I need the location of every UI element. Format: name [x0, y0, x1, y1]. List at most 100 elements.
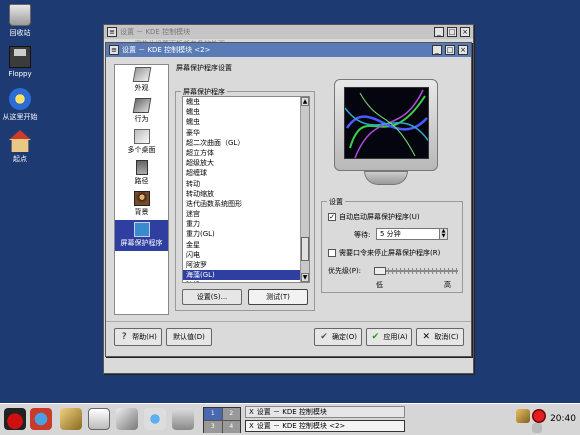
taskbar-task-1[interactable]: X 设置 － KDE 控制模块 [245, 406, 405, 418]
checkmark-icon: ✔ [320, 332, 328, 342]
main-window: ≡ 设置 － KDE 控制模块 <2> _ □ × 外观 行为 多个桌面 路径 … [105, 42, 472, 357]
pager-desktop-1[interactable]: 1 [204, 408, 222, 420]
home-desktop-icon[interactable]: 起点 [2, 130, 38, 164]
priority-slider-handle[interactable] [374, 267, 386, 275]
module-behavior[interactable]: 行为 [115, 96, 168, 127]
printer-icon[interactable] [172, 408, 194, 430]
module-paths[interactable]: 路径 [115, 158, 168, 189]
trash-desktop-icon[interactable]: 回收站 [2, 4, 38, 38]
screensaver-list-item[interactable]: 金星 [183, 240, 309, 250]
pager-desktop-2[interactable]: 2 [222, 408, 240, 420]
tray-tools-icon[interactable] [516, 409, 530, 423]
screensaver-list-item[interactable]: 海藻(GL) [183, 270, 309, 281]
start-here-label: 从这里开始 [2, 113, 38, 121]
screensaver-list-item[interactable]: 豪华 [183, 128, 309, 138]
module-appearance[interactable]: 外观 [115, 65, 168, 96]
close-icon[interactable]: × [460, 27, 470, 37]
screensaver-icon [133, 222, 150, 237]
floppy-label: Floppy [8, 70, 32, 78]
home-icon [9, 130, 31, 152]
window-menu-icon[interactable]: ≡ [109, 45, 119, 55]
behavior-icon [132, 98, 151, 113]
update-alert-icon[interactable] [532, 409, 546, 423]
screensaver-list-item[interactable]: 转动 [183, 179, 309, 189]
screensaver-list-item[interactable]: 重力(GL) [183, 229, 309, 239]
require-password-checkbox[interactable]: 需要口令来停止屏幕保护程序(R) [328, 248, 440, 258]
scroll-up-icon[interactable]: ▲ [301, 97, 309, 106]
screensaver-list-item[interactable]: 超缠球 [183, 168, 309, 178]
maximize-icon[interactable]: □ [447, 27, 457, 37]
maximize-icon[interactable]: □ [445, 45, 455, 55]
setup-button[interactable]: 设置(S)... [182, 289, 242, 305]
screensaver-list-item[interactable]: 迷宫 [183, 209, 309, 219]
module-list: 外观 行为 多个桌面 路径 背景 屏幕保护程序 [114, 64, 169, 315]
pager-desktop-4[interactable]: 4 [222, 421, 240, 433]
screensaver-list-item[interactable]: 蠕虫 [183, 97, 309, 107]
scroll-thumb[interactable] [301, 237, 309, 261]
desktop-pager: 1 2 3 4 [203, 407, 241, 433]
require-password-check-icon [328, 249, 336, 257]
trash-label: 回收站 [9, 29, 31, 37]
screensaver-list-item[interactable]: 迭代函数系统图形 [183, 199, 309, 209]
help-button[interactable]: ? 帮助(H) [114, 328, 162, 346]
screensaver-list-item[interactable]: 阿波罗 [183, 260, 309, 270]
auto-start-checkbox[interactable]: ✓ 自动启动屏幕保护程序(U) [328, 212, 420, 222]
screensaver-list-item[interactable]: 随机 [183, 280, 309, 282]
mail-icon[interactable] [60, 408, 82, 430]
main-window-titlebar[interactable]: ≡ 设置 － KDE 控制模块 <2> _ □ × [106, 43, 471, 57]
module-background[interactable]: 背景 [115, 189, 168, 220]
module-multiple-desktops[interactable]: 多个桌面 [115, 127, 168, 158]
auto-start-label: 自动启动屏幕保护程序(U) [339, 213, 420, 221]
apply-check-icon: ✔ [371, 332, 380, 342]
test-button[interactable]: 测试(T) [248, 289, 308, 305]
main-menu-icon[interactable] [4, 408, 26, 430]
floppy-desktop-icon[interactable]: Floppy [2, 46, 38, 78]
writer-icon[interactable] [88, 408, 110, 430]
minimize-icon[interactable]: _ [432, 45, 442, 55]
spin-arrows-icon[interactable]: ▲ ▼ [439, 229, 447, 239]
impress-icon[interactable] [116, 408, 138, 430]
back-window-titlebar[interactable]: ≡ 设置 － KDE 控制模块 _ □ × [104, 25, 473, 39]
screensaver-list-scrollbar[interactable]: ▲ ▼ [300, 97, 309, 282]
screensaver-list-item[interactable]: 转动缩放 [183, 189, 309, 199]
apply-button[interactable]: ✔ 应用(A) [366, 328, 412, 346]
scroll-down-icon[interactable]: ▼ [301, 273, 309, 282]
screensaver-list-item[interactable]: 超立方体 [183, 148, 309, 158]
priority-high-label: 高 [444, 281, 451, 289]
calc-icon[interactable] [144, 408, 166, 430]
wait-spinbox[interactable]: 5 分钟 ▲ ▼ [376, 228, 448, 240]
minimize-icon[interactable]: _ [434, 27, 444, 37]
require-password-label: 需要口令来停止屏幕保护程序(R) [339, 249, 441, 257]
preview-monitor-stand [364, 171, 408, 185]
section-title: 屏幕保护程序设置 [176, 64, 232, 72]
screensaver-group: 屏幕保护程序 蠕虫 蠕虫 蠕虫 豪华 超二次曲面（GL） 超立方体 超级放大 超缠球 转动 转动缩… [175, 87, 315, 311]
start-here-icon [9, 88, 31, 110]
clock[interactable]: 20:40 [550, 414, 576, 424]
home-label: 起点 [13, 155, 27, 163]
browser-icon[interactable] [30, 408, 52, 430]
start-here-desktop-icon[interactable]: 从这里开始 [2, 88, 38, 122]
screensaver-list-item[interactable]: 重力 [183, 219, 309, 229]
cancel-x-icon: ✕ [422, 332, 431, 342]
volume-icon[interactable] [532, 423, 542, 433]
screensaver-list-item[interactable]: 超级放大 [183, 158, 309, 168]
paths-icon [135, 160, 148, 175]
close-icon[interactable]: × [458, 45, 468, 55]
screensaver-list[interactable]: 蠕虫 蠕虫 蠕虫 豪华 超二次曲面（GL） 超立方体 超级放大 超缠球 转动 转动缩放 迭代函数系统… [182, 96, 310, 283]
preview-screen [344, 87, 429, 159]
priority-slider[interactable] [374, 267, 458, 275]
default-button[interactable]: 默认值(D) [166, 328, 212, 346]
appearance-icon [132, 67, 151, 82]
screensaver-list-item[interactable]: 超二次曲面（GL） [183, 138, 309, 148]
ok-button[interactable]: ✔ 确定(O) [314, 328, 362, 346]
background-icon [133, 191, 150, 206]
cancel-button[interactable]: ✕ 取消(C) [416, 328, 464, 346]
task-x-icon: X [249, 422, 254, 430]
pager-desktop-3[interactable]: 3 [204, 421, 222, 433]
screensaver-list-item[interactable]: 闪电 [183, 250, 309, 260]
screensaver-list-item[interactable]: 蠕虫 [183, 107, 309, 117]
taskbar-task-2[interactable]: X 设置 － KDE 控制模块 <2> [245, 420, 405, 432]
screensaver-list-item[interactable]: 蠕虫 [183, 117, 309, 127]
module-screensaver[interactable]: 屏幕保护程序 [115, 220, 168, 251]
window-menu-icon[interactable]: ≡ [107, 27, 117, 37]
